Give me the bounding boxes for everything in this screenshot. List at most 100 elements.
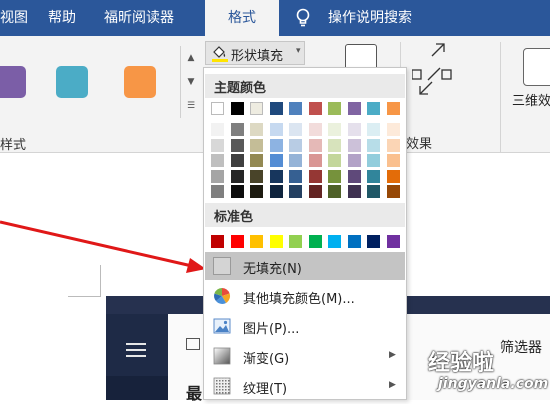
theme-color-swatch[interactable]	[367, 102, 380, 115]
group-divider	[500, 42, 501, 152]
standard-color-swatch[interactable]	[367, 235, 380, 248]
theme-shade-swatch[interactable]	[367, 185, 380, 198]
theme-color-swatch[interactable]	[328, 102, 341, 115]
style-gallery-scroll[interactable]: ▲ ▼ ☰	[180, 46, 201, 118]
theme-shade-swatch[interactable]	[211, 185, 224, 198]
tab-view[interactable]: 视图	[0, 0, 28, 36]
theme-shade-swatch[interactable]	[308, 123, 322, 136]
theme-color-swatch[interactable]	[211, 102, 224, 115]
theme-shade-swatch[interactable]	[211, 154, 224, 167]
theme-shade-swatch[interactable]	[367, 123, 380, 136]
tab-foxit-reader[interactable]: 福昕阅读器	[104, 0, 174, 36]
theme-color-swatch[interactable]	[308, 102, 322, 115]
theme-shade-swatch[interactable]	[347, 123, 361, 136]
theme-shade-swatch[interactable]	[347, 169, 361, 183]
menu-item-picture[interactable]: 图片(P)...	[205, 312, 405, 340]
theme-shade-swatch[interactable]	[250, 138, 263, 152]
theme-shade-swatch[interactable]	[211, 138, 224, 152]
theme-shade-swatch[interactable]	[230, 123, 244, 136]
standard-color-swatch[interactable]	[230, 235, 244, 248]
theme-shade-swatch[interactable]	[289, 185, 302, 198]
menu-item-texture[interactable]: 纹理(T) ▶	[205, 372, 405, 400]
menu-item-gradient[interactable]: 渐变(G) ▶	[205, 342, 405, 370]
standard-color-swatch[interactable]	[347, 235, 361, 248]
theme-shade-swatch[interactable]	[250, 123, 263, 136]
standard-color-swatch[interactable]	[211, 235, 224, 248]
theme-shade-swatch[interactable]	[308, 154, 322, 167]
theme-shade-swatch[interactable]	[367, 154, 380, 167]
lightbulb-icon[interactable]	[296, 8, 310, 28]
effects-label[interactable]: 效果	[406, 133, 432, 152]
theme-shade-swatch[interactable]	[386, 138, 400, 152]
theme-shade-swatch[interactable]	[328, 123, 341, 136]
theme-shade-swatch[interactable]	[230, 138, 244, 152]
standard-color-swatch[interactable]	[269, 235, 283, 248]
color-wheel-icon	[214, 288, 231, 304]
theme-shade-swatch[interactable]	[386, 169, 400, 183]
standard-color-swatch[interactable]	[289, 235, 302, 248]
theme-shade-swatch[interactable]	[211, 123, 224, 136]
theme-shade-swatch[interactable]	[211, 169, 224, 183]
theme-color-swatch[interactable]	[289, 102, 302, 115]
shape-style-swatch[interactable]	[0, 66, 26, 98]
tab-help[interactable]: 帮助	[48, 0, 76, 36]
menu-item-no-fill[interactable]: 无填充(N)	[205, 252, 405, 280]
theme-shade-swatch[interactable]	[367, 169, 380, 183]
theme-shade-swatch[interactable]	[367, 138, 380, 152]
tab-format[interactable]: 格式	[205, 0, 279, 36]
3d-effects-icon[interactable]	[523, 48, 550, 86]
theme-shade-swatch[interactable]	[386, 185, 400, 198]
theme-shade-swatch[interactable]	[269, 138, 283, 152]
theme-color-swatch[interactable]	[269, 102, 283, 115]
theme-shade-swatch[interactable]	[250, 154, 263, 167]
ribbon-tab-bar: 视图 帮助 福昕阅读器 格式 操作说明搜索	[0, 0, 550, 36]
theme-shade-swatch[interactable]	[289, 123, 302, 136]
gallery-more-icon[interactable]: ☰	[181, 94, 201, 118]
theme-shade-swatch[interactable]	[230, 154, 244, 167]
theme-shade-swatch[interactable]	[289, 138, 302, 152]
theme-shade-swatch[interactable]	[269, 185, 283, 198]
theme-color-swatch[interactable]	[347, 102, 361, 115]
theme-shade-swatch[interactable]	[250, 185, 263, 198]
theme-shade-swatch[interactable]	[269, 123, 283, 136]
theme-shade-swatch[interactable]	[386, 123, 400, 136]
gallery-down-icon[interactable]: ▼	[181, 70, 201, 94]
theme-shade-swatch[interactable]	[269, 154, 283, 167]
theme-shade-swatch[interactable]	[347, 138, 361, 152]
shape-arrange-icon[interactable]	[412, 42, 456, 102]
theme-shade-swatch[interactable]	[308, 169, 322, 183]
theme-shade-swatch[interactable]	[308, 185, 322, 198]
gallery-up-icon[interactable]: ▲	[181, 46, 201, 70]
standard-color-swatch[interactable]	[250, 235, 263, 248]
theme-shade-swatch[interactable]	[328, 169, 341, 183]
standard-color-swatch[interactable]	[386, 235, 400, 248]
theme-color-swatch[interactable]	[250, 102, 263, 115]
shape-style-swatch[interactable]	[124, 66, 156, 98]
theme-shade-swatch[interactable]	[347, 185, 361, 198]
standard-color-swatch[interactable]	[308, 235, 322, 248]
menu-item-more-fill-colors[interactable]: 其他填充颜色(M)...	[205, 282, 405, 310]
chevron-down-icon: ▾	[296, 46, 301, 56]
theme-shade-swatch[interactable]	[289, 169, 302, 183]
theme-shade-swatch[interactable]	[289, 154, 302, 167]
standard-colors-title: 标准色	[214, 210, 254, 225]
theme-shade-swatch[interactable]	[269, 169, 283, 183]
theme-color-swatch[interactable]	[386, 102, 400, 115]
shape-style-swatch[interactable]	[56, 66, 88, 98]
theme-shade-swatch[interactable]	[328, 154, 341, 167]
theme-shade-swatch[interactable]	[230, 185, 244, 198]
shape-fill-button[interactable]: 形状填充 ▾	[205, 41, 305, 65]
shape-fill-label: 形状填充	[231, 49, 284, 64]
tell-me-search[interactable]: 操作说明搜索	[328, 0, 412, 36]
theme-shade-swatch[interactable]	[250, 169, 263, 183]
theme-shade-swatch[interactable]	[308, 138, 322, 152]
theme-shade-swatch[interactable]	[328, 185, 341, 198]
theme-shade-swatch[interactable]	[386, 154, 400, 167]
theme-shade-swatch[interactable]	[347, 154, 361, 167]
theme-shade-swatch[interactable]	[230, 169, 244, 183]
standard-color-swatch[interactable]	[328, 235, 341, 248]
theme-color-swatch[interactable]	[230, 102, 244, 115]
red-arrow-annotation	[0, 220, 206, 273]
theme-shade-swatch[interactable]	[328, 138, 341, 152]
3d-effects-label[interactable]: 三维效	[512, 90, 550, 109]
